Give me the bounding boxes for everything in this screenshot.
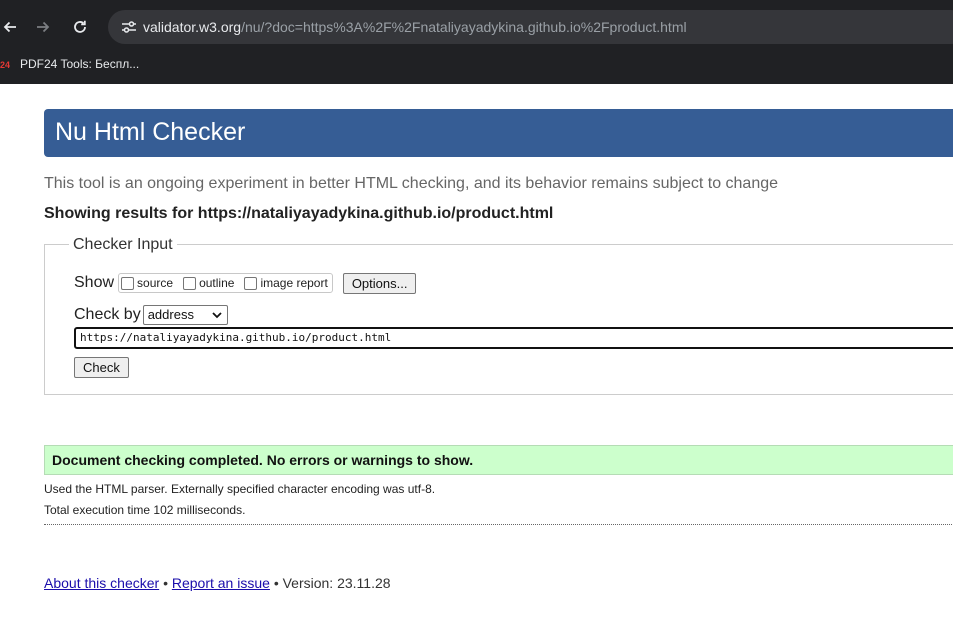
checker-input-legend: Checker Input [69,236,177,254]
about-checker-link[interactable]: About this checker [44,575,159,591]
show-options-row: Show source outline image report Options… [74,271,417,295]
report-issue-link[interactable]: Report an issue [172,575,270,591]
execution-time: Total execution time 102 milliseconds. [44,503,246,517]
check-button[interactable]: Check [74,357,129,378]
bookmarks-bar: 24 PDF24 Tools: Беспл... [0,52,953,78]
version-text: Version: 23.11.28 [282,575,391,591]
back-arrow-icon[interactable] [0,13,24,41]
site-info-icon[interactable] [116,15,142,39]
options-button[interactable]: Options... [342,272,417,294]
address-bar[interactable]: validator.w3.org/nu/?doc=https%3A%2F%2Fn… [108,10,953,44]
forward-arrow-icon[interactable] [29,13,57,41]
source-label: source [137,276,174,290]
outline-checkbox[interactable] [183,276,197,290]
outline-label: outline [199,276,235,290]
url-path: /nu/?doc=https%3A%2F%2Fnataliyayadykina.… [241,19,687,35]
parser-details: Used the HTML parser. Externally specifi… [44,482,436,496]
reload-icon[interactable] [66,13,94,41]
page-title: Nu Html Checker [55,118,246,146]
check-by-value: address [147,307,194,322]
document-url-input[interactable]: https://nataliyayadykina.github.io/produ… [74,327,953,349]
source-checkbox[interactable] [121,276,135,290]
pdf24-icon: 24 [0,60,11,70]
header-banner: Nu Html Checker [44,109,953,157]
image-report-label: image report [260,276,328,290]
option-source[interactable]: source [121,276,173,290]
chevron-down-icon [212,312,222,319]
footer: About this checker • Report an issue • V… [44,575,391,591]
check-by-label: Check by [74,306,141,323]
image-report-checkbox[interactable] [244,276,258,290]
lead-text: This tool is an ongoing experiment in be… [44,175,779,192]
check-by-row: Check by address [74,304,228,326]
page-content: Nu Html Checker This tool is an ongoing … [0,84,953,640]
option-image-report[interactable]: image report [244,276,328,290]
footer-separator: • [273,575,279,591]
option-outline[interactable]: outline [183,276,234,290]
footer-separator: • [163,575,168,591]
address-bar-url[interactable]: validator.w3.org/nu/?doc=https%3A%2F%2Fn… [143,10,687,44]
success-message-box: Document checking completed. No errors o… [44,445,953,475]
divider [44,524,953,525]
url-host: validator.w3.org [143,19,242,35]
show-label: Show [74,274,115,291]
bookmark-pdf24[interactable]: PDF24 Tools: Беспл... [20,56,139,72]
show-options-group: source outline image report [118,273,333,293]
success-message: Document checking completed. No errors o… [52,452,474,468]
browser-chrome: validator.w3.org/nu/?doc=https%3A%2F%2Fn… [0,0,953,84]
checker-input-fieldset: Checker Input Show source outline image … [44,236,953,395]
showing-results-heading: Showing results for https://nataliyayady… [44,205,554,222]
check-by-select[interactable]: address [142,305,228,325]
